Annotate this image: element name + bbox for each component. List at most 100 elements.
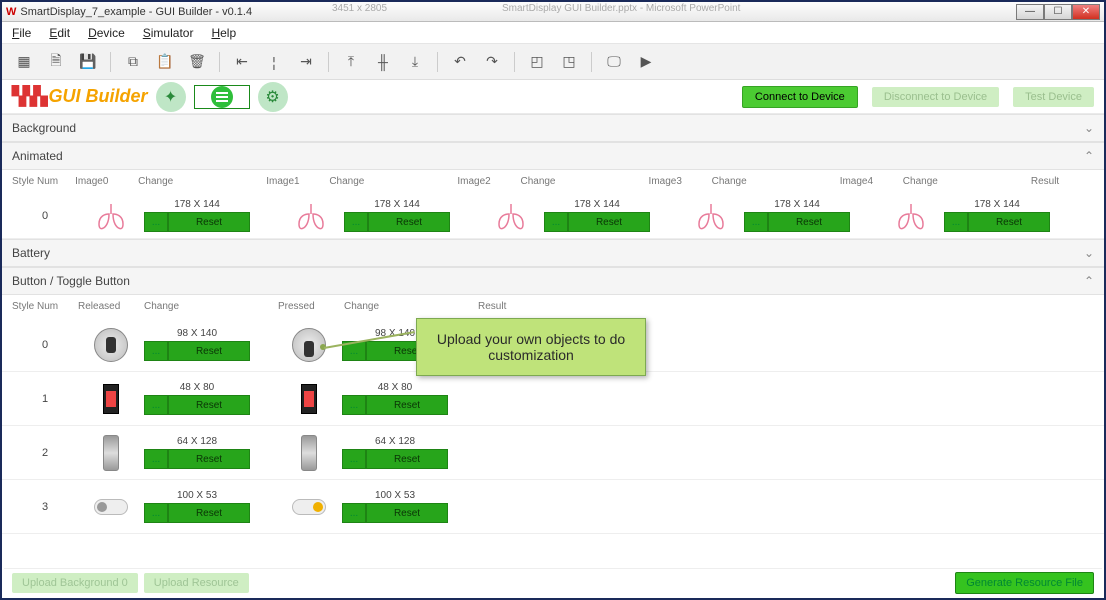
browse-button[interactable]: ... [944, 212, 968, 232]
window-titlebar: W SmartDisplay_7_example - GUI Builder -… [2, 2, 1104, 22]
lungs-icon [278, 200, 344, 232]
align-right-icon[interactable]: ⇥ [292, 48, 320, 76]
chevron-up-icon: ⌃ [1084, 274, 1094, 288]
bring-front-icon[interactable]: ◳ [555, 48, 583, 76]
app-icon: W [6, 6, 16, 18]
generate-resource-button[interactable]: Generate Resource File [955, 572, 1094, 594]
browse-button[interactable]: ... [144, 449, 168, 469]
monitor-play-icon[interactable]: ▶ [632, 48, 660, 76]
button-style-num: 0 [12, 339, 78, 351]
new-file-icon[interactable]: ▦ [10, 48, 38, 76]
lungs-icon [678, 200, 744, 232]
reset-button[interactable]: Reset [168, 341, 250, 361]
reset-button[interactable]: Reset [366, 503, 448, 523]
col-result: Result [1031, 176, 1094, 187]
resource-list-tab[interactable] [194, 85, 250, 109]
col-change0: Change [138, 176, 266, 187]
reset-button[interactable]: Reset [968, 212, 1050, 232]
section-button[interactable]: Button / Toggle Button ⌃ [2, 267, 1104, 295]
browse-button[interactable]: ... [544, 212, 568, 232]
pill-preview [94, 499, 128, 515]
align-bottom-icon[interactable]: ⤓ [401, 48, 429, 76]
browse-button[interactable]: ... [144, 212, 168, 232]
col-change3: Change [712, 176, 840, 187]
button-row: 3 100 X 53...Reset 100 X 53...Reset [2, 480, 1104, 534]
brand-logo: ▚▚▚ GUI Builder [12, 86, 148, 107]
align-left-icon[interactable]: ⇤ [228, 48, 256, 76]
browse-button[interactable]: ... [344, 212, 368, 232]
chevron-down-icon: ⌄ [1084, 246, 1094, 260]
chevron-up-icon: ⌃ [1084, 149, 1094, 163]
send-back-icon[interactable]: ◰ [523, 48, 551, 76]
ghost-dim: 3451 x 2805 [332, 3, 387, 14]
copy-icon[interactable]: ⧉ [119, 48, 147, 76]
col-change2: Change [520, 176, 648, 187]
browse-button[interactable]: ... [342, 449, 366, 469]
lungs-icon [78, 200, 144, 232]
col-style: Style Num [12, 176, 75, 187]
gear-icon[interactable]: ⚙ [258, 82, 288, 112]
col-change1: Change [329, 176, 457, 187]
delete-icon[interactable]: 🗑 [183, 48, 211, 76]
menu-edit[interactable]: Edit [49, 26, 70, 40]
align-center-v-icon[interactable]: ╫ [369, 48, 397, 76]
brand-row: ▚▚▚ GUI Builder ✦ ⚙ Connect to Device Di… [2, 80, 1104, 114]
reset-button[interactable]: Reset [168, 212, 250, 232]
menu-help[interactable]: Help [211, 26, 236, 40]
button-style-num: 3 [12, 501, 78, 513]
browse-button[interactable]: ... [144, 395, 168, 415]
section-button-title: Button / Toggle Button [12, 274, 130, 288]
menu-file[interactable]: File [12, 26, 31, 40]
button-style-num: 2 [12, 447, 78, 459]
browse-button[interactable]: ... [144, 341, 168, 361]
dim-label: 98 X 140 [144, 328, 250, 339]
dim-label: 64 X 128 [144, 436, 250, 447]
ghost-text: SmartDisplay GUI Builder.pptx - Microsof… [502, 3, 740, 14]
dim-label: 100 X 53 [144, 490, 250, 501]
save-icon[interactable]: 💾 [74, 48, 102, 76]
animated-row-0: 0 178 X 144...Reset 178 X 144...Reset 17… [2, 193, 1104, 239]
close-button[interactable]: ✕ [1072, 4, 1100, 20]
col-image4: Image4 [840, 176, 903, 187]
section-background[interactable]: Background ⌄ [2, 114, 1104, 142]
dim-label: 48 X 80 [342, 382, 448, 393]
animated-header-row: Style Num Image0 Change Image1 Change Im… [2, 170, 1104, 193]
disconnect-device-button: Disconnect to Device [872, 87, 999, 107]
browse-button[interactable]: ... [144, 503, 168, 523]
menu-simulator[interactable]: Simulator [143, 26, 194, 40]
browse-button[interactable]: ... [342, 503, 366, 523]
redo-icon[interactable]: ↷ [478, 48, 506, 76]
reset-button[interactable]: Reset [568, 212, 650, 232]
maximize-button[interactable]: ☐ [1044, 4, 1072, 20]
reset-button[interactable]: Reset [366, 449, 448, 469]
reset-button[interactable]: Reset [168, 503, 250, 523]
col-image1: Image1 [266, 176, 329, 187]
monitor-icon[interactable]: 🖵 [600, 48, 628, 76]
undo-icon[interactable]: ↶ [446, 48, 474, 76]
reset-button[interactable]: Reset [168, 449, 250, 469]
dim-label: 48 X 80 [144, 382, 250, 393]
reset-button[interactable]: Reset [368, 212, 450, 232]
open-file-icon[interactable]: 🗎 [42, 48, 70, 76]
align-center-h-icon[interactable]: ¦ [260, 48, 288, 76]
connect-device-button[interactable]: Connect to Device [742, 86, 858, 108]
align-top-icon[interactable]: ⤒ [337, 48, 365, 76]
button-row: 2 64 X 128...Reset 64 X 128...Reset [2, 426, 1104, 480]
toolbar: ▦ 🗎 💾 ⧉ 📋 🗑 ⇤ ¦ ⇥ ⤒ ╫ ⤓ ↶ ↷ ◰ ◳ 🖵 ▶ [2, 44, 1104, 80]
pill-preview [292, 499, 326, 515]
paste-icon[interactable]: 📋 [151, 48, 179, 76]
dim-label: 100 X 53 [342, 490, 448, 501]
browse-button[interactable]: ... [342, 395, 366, 415]
minimize-button[interactable]: — [1016, 4, 1044, 20]
section-animated[interactable]: Animated ⌃ [2, 142, 1104, 170]
section-battery[interactable]: Battery ⌄ [2, 239, 1104, 267]
browse-button[interactable]: ... [744, 212, 768, 232]
compass-icon[interactable]: ✦ [156, 82, 186, 112]
reset-button[interactable]: Reset [168, 395, 250, 415]
rect-preview [301, 384, 317, 414]
reset-button[interactable]: Reset [366, 395, 448, 415]
menu-device[interactable]: Device [88, 26, 125, 40]
slot-preview [103, 435, 119, 471]
reset-button[interactable]: Reset [768, 212, 850, 232]
lungs-icon [478, 200, 544, 232]
